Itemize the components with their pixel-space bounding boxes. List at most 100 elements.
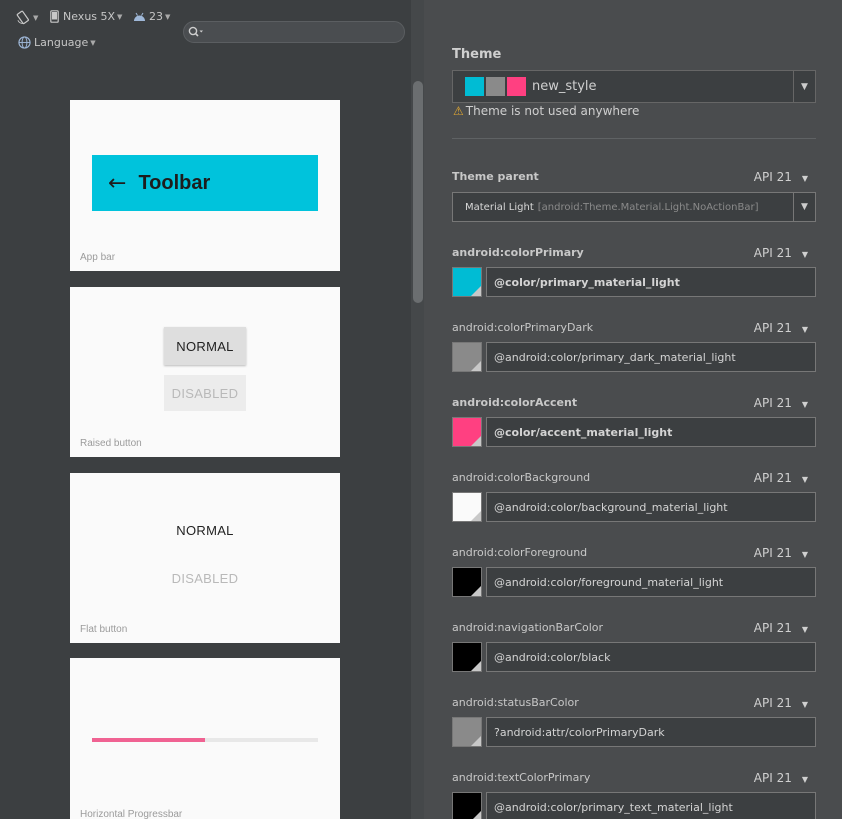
preview-pane: ▼ Nexus 5X ▼ 23 ▼ Language ▼ ← Toolbar A… <box>0 0 424 819</box>
theme-parent-selector[interactable]: Material Light [android:Theme.Material.L… <box>452 192 816 222</box>
theme-warning-text: Theme is not used anywhere <box>465 104 640 118</box>
theme-parent-name: Material Light <box>465 201 534 213</box>
theme-swatch <box>507 77 526 96</box>
theme-attribute-row: android:colorPrimaryDark API 21 ▼ @android:… <box>452 321 816 377</box>
attribute-value-field[interactable]: @android:color/background_material_light <box>486 492 816 522</box>
app-bar-preview-card[interactable]: ← Toolbar App bar <box>70 100 340 271</box>
attribute-name: android:colorAccent <box>452 396 578 409</box>
rotate-device-icon <box>16 10 30 25</box>
theme-attribute-row: android:colorPrimary API 21 ▼ @color/primar… <box>452 246 816 302</box>
api-level-dropdown[interactable]: API 21 ▼ <box>754 170 808 184</box>
progress-bar-fill <box>92 738 205 742</box>
color-swatch[interactable] <box>452 642 482 672</box>
preview-scrollbar-thumb[interactable] <box>413 81 423 303</box>
chevron-down-icon: ▼ <box>165 12 171 21</box>
theme-swatch <box>486 77 505 96</box>
theme-selector[interactable]: new_style ▼ <box>452 70 816 103</box>
search-input[interactable] <box>208 25 388 39</box>
chevron-down-icon: ▼ <box>801 250 808 259</box>
attribute-name: android:colorBackground <box>452 471 591 484</box>
attribute-value-field[interactable]: ?android:attr/colorPrimaryDark <box>486 717 816 747</box>
chevron-down-icon: ▼ <box>801 775 808 784</box>
progress-bar <box>92 738 318 742</box>
attribute-value-field[interactable]: @color/primary_material_light <box>486 267 816 297</box>
phone-icon <box>50 10 59 23</box>
theme-dropdown-button[interactable]: ▼ <box>793 71 815 102</box>
raised-normal-button: NORMAL <box>164 327 246 365</box>
attribute-name: android:colorPrimaryDark <box>452 321 594 334</box>
attribute-value-field[interactable]: @android:color/foreground_material_light <box>486 567 816 597</box>
theme-parent-row: Theme parent API 21 ▼ Material Light [and… <box>452 170 816 226</box>
theme-attribute-row: android:colorBackground API 21 ▼ @android:c… <box>452 471 816 527</box>
theme-attribute-row: android:navigationBarColor API 21 ▼ @androi… <box>452 621 816 677</box>
back-arrow-icon: ← <box>108 170 127 196</box>
color-swatch[interactable] <box>452 492 482 522</box>
raised-button-preview-card[interactable]: NORMAL DISABLED Raised button <box>70 287 340 457</box>
android-icon <box>134 12 145 21</box>
attribute-value-field[interactable]: @android:color/primary_text_material_lig… <box>486 792 816 819</box>
color-swatch[interactable] <box>452 717 482 747</box>
chevron-down-icon: ▼ <box>801 475 808 484</box>
api-level-dropdown[interactable]: API 21 ▼ <box>754 396 808 410</box>
orientation-dropdown[interactable]: ▼ <box>16 10 38 25</box>
progressbar-preview-card[interactable]: Horizontal Progressbar <box>70 658 340 819</box>
search-icon <box>188 26 203 37</box>
chevron-down-icon: ▼ <box>801 550 808 559</box>
attribute-name: android:navigationBarColor <box>452 621 604 634</box>
device-label: Nexus 5X <box>63 10 116 23</box>
flat-normal-button: NORMAL <box>176 523 234 538</box>
api-label: 23 <box>149 10 163 23</box>
api-level-dropdown[interactable]: 23 ▼ <box>133 10 170 23</box>
chevron-down-icon: ▼ <box>90 38 96 47</box>
theme-attribute-row: android:colorAccent API 21 ▼ @color/accent_… <box>452 396 816 452</box>
api-level-dropdown[interactable]: API 21 ▼ <box>754 471 808 485</box>
flat-button-preview-card[interactable]: NORMAL DISABLED Flat button <box>70 473 340 643</box>
card-label: Raised button <box>80 438 142 449</box>
chevron-down-icon: ▼ <box>801 81 808 92</box>
chevron-down-icon: ▼ <box>801 400 808 409</box>
theme-parent-dropdown-button[interactable]: ▼ <box>793 193 815 221</box>
theme-header: Theme <box>452 47 502 62</box>
attribute-value-field[interactable]: @color/accent_material_light <box>486 417 816 447</box>
device-dropdown[interactable]: Nexus 5X ▼ <box>50 10 122 23</box>
theme-attribute-row: android:colorForeground API 21 ▼ @android:c… <box>452 546 816 602</box>
color-swatch[interactable] <box>452 342 482 372</box>
chevron-down-icon: ▼ <box>801 700 808 709</box>
api-level-dropdown[interactable]: API 21 ▼ <box>754 246 808 260</box>
theme-swatch <box>465 77 484 96</box>
theme-name: new_style <box>532 79 597 94</box>
chevron-down-icon: ▼ <box>801 174 808 183</box>
theme-warning: ⚠ Theme is not used anywhere <box>453 104 639 118</box>
language-dropdown[interactable]: Language ▼ <box>18 36 96 49</box>
theme-attribute-row: android:textColorPrimary API 21 ▼ @android:… <box>452 771 816 819</box>
color-swatch[interactable] <box>452 792 482 819</box>
color-swatch[interactable] <box>452 567 482 597</box>
card-label: Flat button <box>80 624 128 635</box>
card-label: Horizontal Progressbar <box>80 809 183 819</box>
api-level-dropdown[interactable]: API 21 ▼ <box>754 771 808 785</box>
divider <box>452 138 816 139</box>
chevron-down-icon: ▼ <box>801 325 808 334</box>
attribute-name: android:colorForeground <box>452 546 588 559</box>
search-field[interactable] <box>183 21 405 43</box>
theme-attribute-row: android:statusBarColor API 21 ▼ ?android:at… <box>452 696 816 752</box>
flat-disabled-button: DISABLED <box>171 571 239 586</box>
api-level-dropdown[interactable]: API 21 ▼ <box>754 621 808 635</box>
theme-editor-pane: Theme new_style ▼ ⚠ Theme is not used an… <box>424 0 842 819</box>
attribute-value-field[interactable]: @android:color/black <box>486 642 816 672</box>
attribute-value-field[interactable]: @android:color/primary_dark_material_lig… <box>486 342 816 372</box>
raised-disabled-button: DISABLED <box>164 375 246 411</box>
api-level-dropdown[interactable]: API 21 ▼ <box>754 546 808 560</box>
card-label: App bar <box>80 252 116 263</box>
toolbar-title: Toolbar <box>138 171 211 194</box>
chevron-down-icon: ▼ <box>33 13 39 22</box>
theme-parent-qualified: [android:Theme.Material.Light.NoActionBa… <box>537 201 759 213</box>
api-level-dropdown[interactable]: API 21 ▼ <box>754 321 808 335</box>
color-swatch[interactable] <box>452 267 482 297</box>
language-label: Language <box>34 36 89 49</box>
color-swatch[interactable] <box>452 417 482 447</box>
api-level-dropdown[interactable]: API 21 ▼ <box>754 696 808 710</box>
chevron-down-icon: ▼ <box>801 202 808 212</box>
attribute-name: android:statusBarColor <box>452 696 579 709</box>
toolbar-sample: ← Toolbar <box>92 155 318 211</box>
